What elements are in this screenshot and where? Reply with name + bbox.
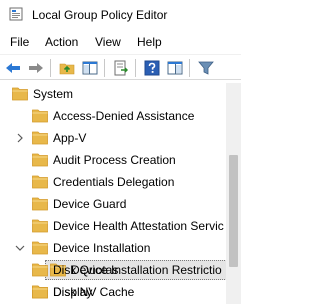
folder-icon (32, 175, 48, 189)
tree-item-label: Audit Process Creation (53, 153, 176, 167)
menu-action[interactable]: Action (45, 33, 78, 51)
up-one-level-button[interactable] (57, 58, 77, 78)
folder-icon (32, 241, 48, 255)
console-tree-continued: Disk Quotas Display (0, 281, 234, 304)
tree-item-device-guard[interactable]: Device Guard (0, 193, 234, 215)
policy-editor-icon (9, 7, 23, 21)
tree-item-label: Device Guard (53, 197, 127, 211)
toolbar (0, 54, 241, 80)
console-tree-icon (82, 61, 98, 75)
tree-item-label: Access-Denied Assistance (53, 109, 195, 123)
scrollbar-thumb[interactable] (229, 155, 238, 267)
menu-file[interactable]: File (10, 33, 29, 51)
tree-item-audit-process-creation[interactable]: Audit Process Creation (0, 149, 234, 171)
show-hide-console-tree-button[interactable] (80, 58, 100, 78)
title-bar: Local Group Policy Editor (0, 0, 241, 30)
folder-icon (32, 153, 48, 167)
tree-item-label: Display (53, 285, 93, 299)
menu-view[interactable]: View (95, 33, 121, 51)
window-title: Local Group Policy Editor (32, 8, 168, 22)
folder-icon (32, 219, 48, 233)
tree-vertical-scrollbar[interactable] (226, 83, 241, 304)
folder-icon (32, 131, 48, 145)
arrow-left-icon (6, 63, 20, 73)
action-pane-icon (167, 61, 183, 75)
folder-icon (32, 263, 48, 277)
show-hide-action-pane-button[interactable] (165, 58, 185, 78)
tree-item-label: System (33, 87, 74, 101)
tree-item-device-installation[interactable]: Device Installation (0, 237, 234, 259)
folder-icon (12, 87, 28, 101)
toolbar-separator (189, 59, 190, 77)
tree-item-system[interactable]: System (0, 83, 234, 105)
chevron-down-icon[interactable] (14, 242, 26, 254)
chevron-right-icon[interactable] (14, 132, 26, 144)
filter-button[interactable] (196, 58, 216, 78)
tree-item-credentials-delegation[interactable]: Credentials Delegation (0, 171, 234, 193)
tree-item-label: Credentials Delegation (53, 175, 175, 189)
toolbar-separator (104, 59, 105, 77)
tree-item-access-denied-assistance[interactable]: Access-Denied Assistance (0, 105, 234, 127)
tree-item-disk-quotas-row[interactable]: Disk Quotas (0, 259, 234, 281)
tree-item-display[interactable]: Display (0, 281, 234, 303)
help-icon (144, 60, 160, 76)
tree-item-label: Disk Quotas (53, 263, 119, 277)
toolbar-separator (50, 59, 51, 77)
arrow-right-icon (29, 63, 43, 73)
toolbar-separator (135, 59, 136, 77)
tree-item-label: Device Installation (53, 241, 151, 255)
menu-bar: File Action View Help (0, 33, 241, 51)
folder-icon (32, 285, 48, 299)
menu-help[interactable]: Help (137, 33, 162, 51)
tree-item-app-v[interactable]: App-V (0, 127, 234, 149)
back-button[interactable] (3, 58, 23, 78)
filter-icon (198, 61, 214, 75)
folder-up-icon (59, 63, 75, 75)
tree-item-label: App-V (53, 131, 87, 145)
tree-item-label: Device Health Attestation Servic (53, 219, 224, 233)
help-button[interactable] (142, 58, 162, 78)
tree-item-device-health-attestation[interactable]: Device Health Attestation Servic (0, 215, 234, 237)
folder-icon (32, 197, 48, 211)
forward-button[interactable] (26, 58, 46, 78)
export-list-icon (114, 60, 129, 76)
export-list-button[interactable] (111, 58, 131, 78)
folder-icon (32, 109, 48, 123)
